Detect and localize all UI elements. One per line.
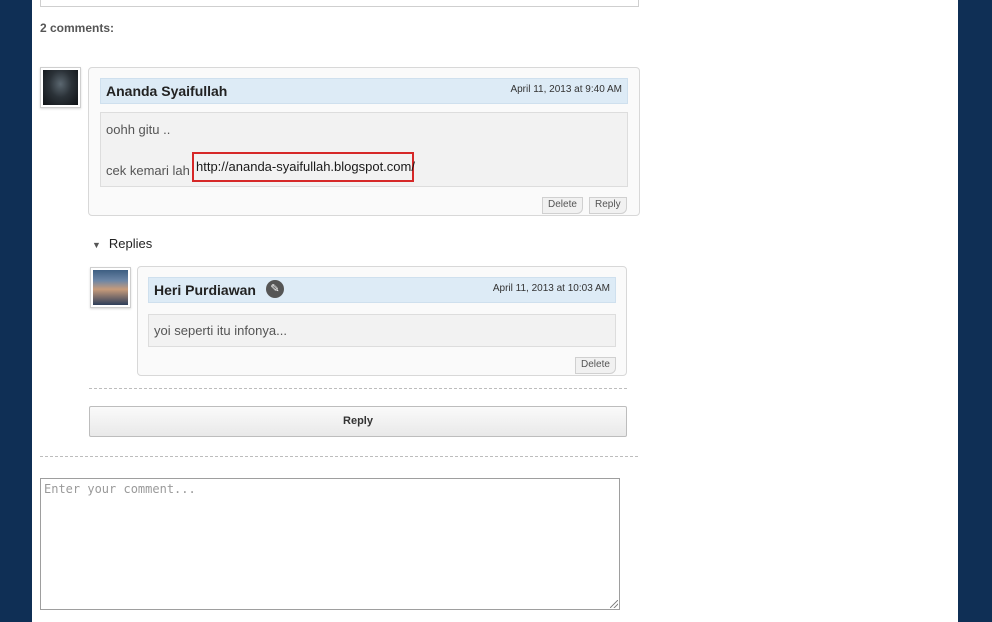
resize-grip-icon[interactable] [610, 600, 618, 608]
comment-text-line: oohh gitu .. [106, 122, 171, 137]
blog-page: 2 comments: Ananda Syaifullah April 11, … [32, 0, 958, 622]
replies-label: Replies [108, 236, 153, 251]
divider [89, 388, 627, 389]
comment-text-line: cek kemari lah [106, 163, 190, 178]
reply-button[interactable]: Reply [589, 197, 627, 214]
delete-button[interactable]: Delete [542, 197, 583, 214]
reply-header: Heri Purdiawan ✎ April 11, 2013 at 10:03… [148, 277, 616, 303]
comment-body: oohh gitu .. cek kemari lah http://anand… [100, 112, 628, 187]
comments-count: 2 comments: [40, 21, 115, 35]
reply-date[interactable]: April 11, 2013 at 10:03 AM [493, 283, 610, 294]
comment-date[interactable]: April 11, 2013 at 9:40 AM [510, 84, 622, 95]
reply-text: yoi seperti itu infonya... [154, 323, 287, 338]
comment-card: Ananda Syaifullah April 11, 2013 at 9:40… [88, 67, 640, 216]
comment-link[interactable]: http://ananda-syaifullah.blogspot.com/ [192, 152, 415, 182]
comment-input[interactable]: Enter your comment... [40, 478, 620, 610]
comment-author[interactable]: Ananda Syaifullah [106, 83, 227, 99]
reply-card: Heri Purdiawan ✎ April 11, 2013 at 10:03… [137, 266, 627, 376]
divider [40, 456, 638, 457]
comment-header: Ananda Syaifullah April 11, 2013 at 9:40… [100, 78, 628, 104]
reply-author[interactable]: Heri Purdiawan [154, 282, 256, 298]
replies-toggle[interactable]: ▼ Replies [92, 236, 152, 251]
triangle-down-icon: ▼ [92, 240, 101, 250]
reply-body: yoi seperti itu infonya... [148, 314, 616, 347]
avatar[interactable] [40, 67, 81, 108]
post-footer-box [40, 0, 639, 7]
reply-thread-button[interactable]: Reply [89, 406, 627, 437]
avatar-image [43, 70, 78, 105]
delete-button[interactable]: Delete [575, 357, 616, 374]
avatar[interactable] [90, 267, 131, 308]
avatar-image [93, 270, 128, 305]
pencil-icon: ✎ [266, 280, 284, 298]
